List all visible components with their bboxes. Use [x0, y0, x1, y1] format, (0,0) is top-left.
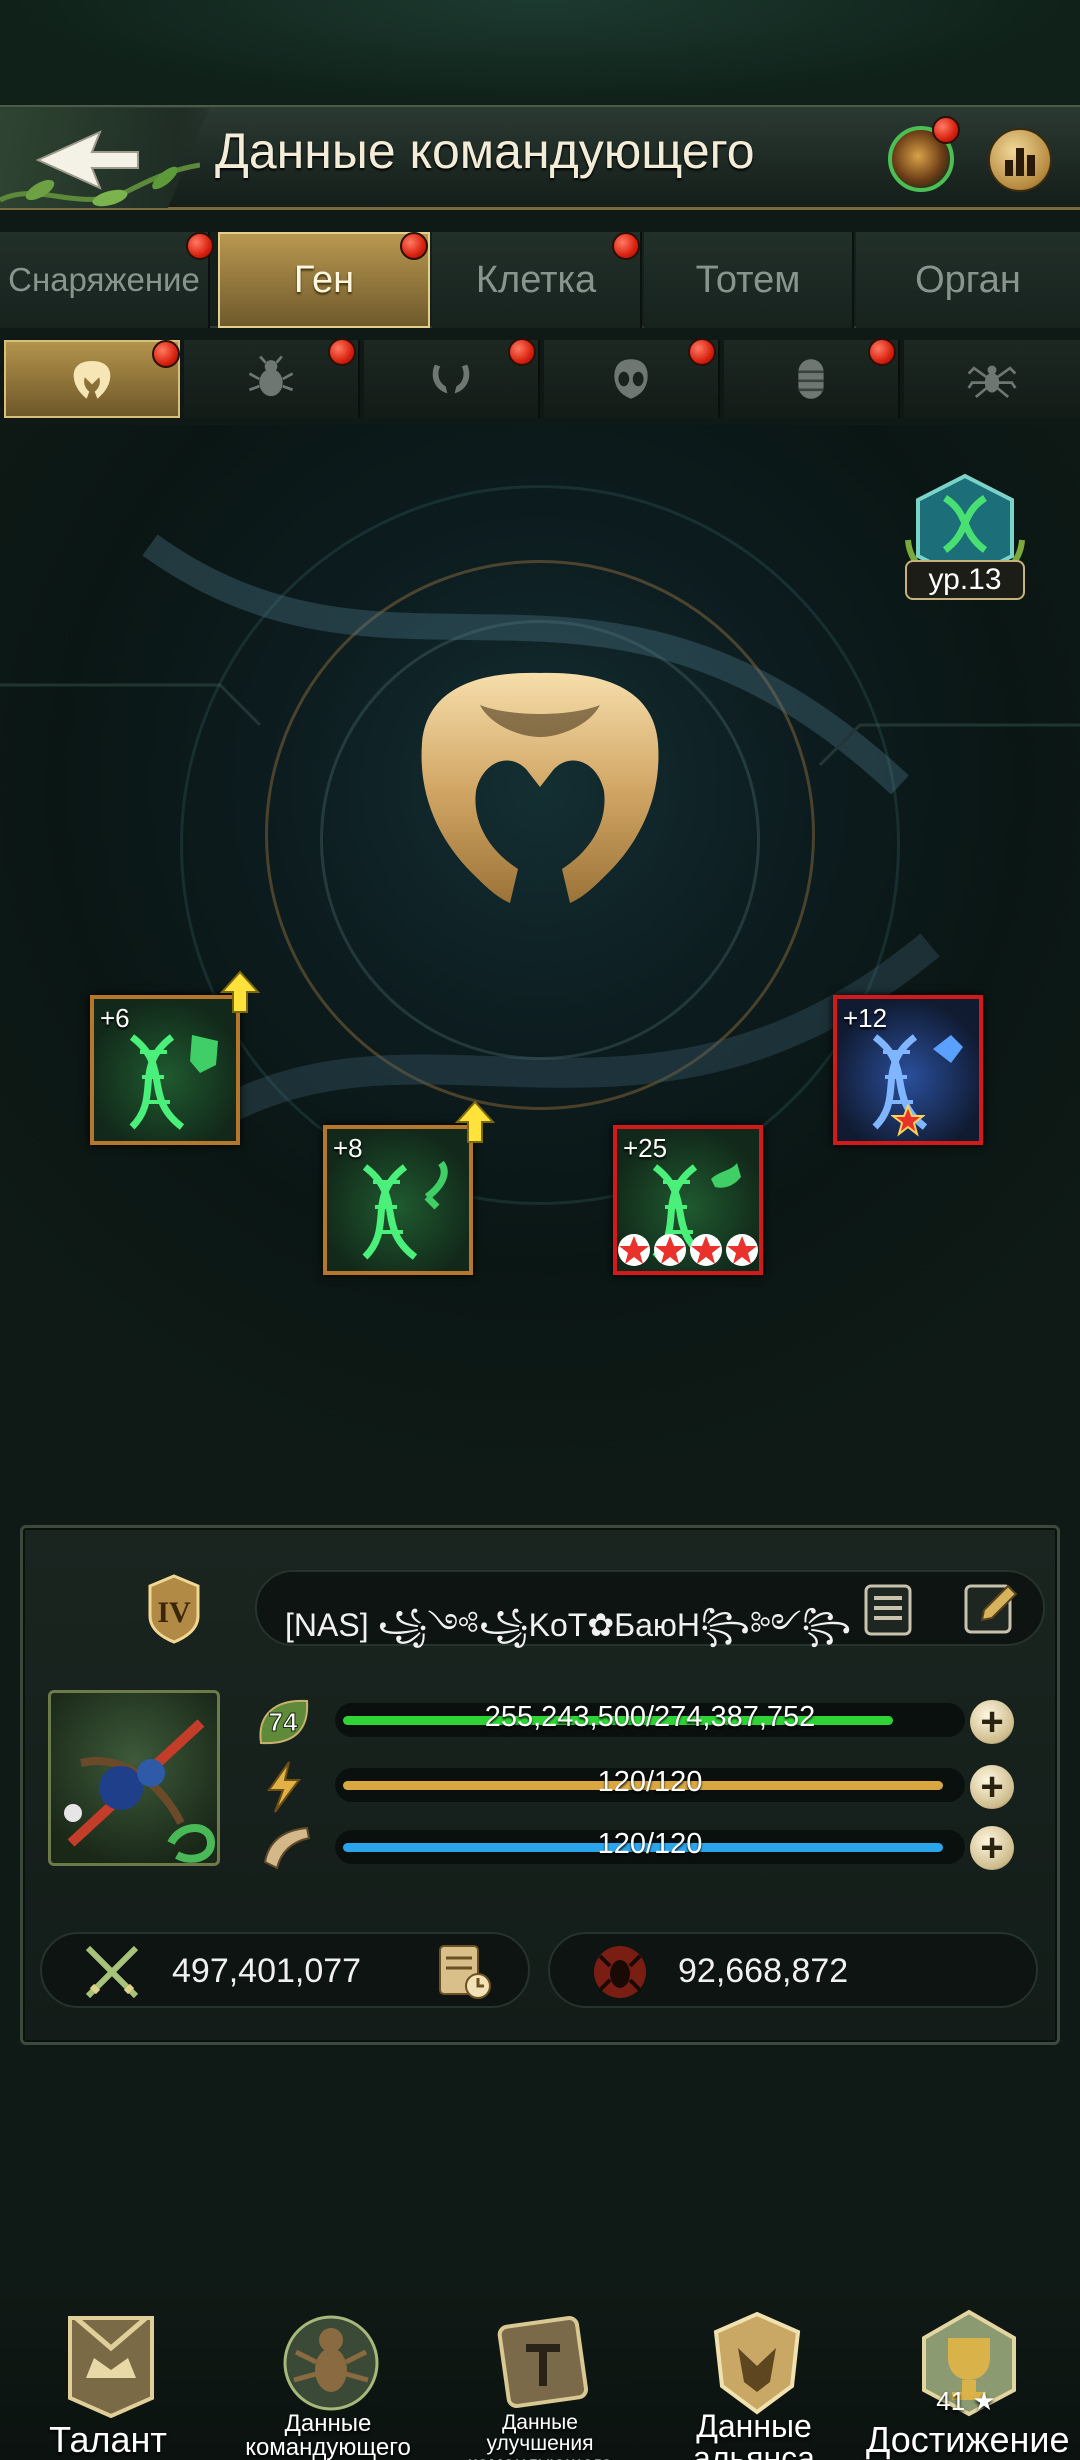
player-level: 74 — [269, 1707, 298, 1737]
nav-label: Талант — [49, 2419, 167, 2460]
lightning-icon — [267, 1761, 301, 1813]
nav-achievement[interactable]: 41 ★ Достижение — [866, 2300, 1070, 2460]
kills-value: 92,668,872 — [678, 1952, 849, 1990]
subtab-skull[interactable] — [544, 338, 720, 418]
bar-chart-icon — [1005, 148, 1035, 176]
commander-icon-button[interactable] — [888, 116, 960, 192]
gene-card[interactable]: +25 — [613, 1125, 763, 1275]
upgrade-arrow-icon — [455, 1100, 495, 1143]
nav-label: Достижение — [866, 2419, 1070, 2460]
scroll-history-icon[interactable] — [432, 1940, 494, 2002]
notification-dot — [508, 338, 536, 366]
ant-head-emblem-icon — [421, 672, 659, 903]
subtab-ant-head[interactable] — [4, 340, 180, 418]
vine-decoration — [0, 162, 200, 207]
tab-equipment[interactable]: Снаряжение — [0, 232, 214, 328]
kills-ant-icon — [594, 1946, 646, 1998]
tab-totem[interactable]: Тотем — [644, 232, 854, 328]
notification-dot — [688, 338, 716, 366]
exp-value: 255,243,500/274,387,752 — [484, 1701, 816, 1733]
add-energy-button[interactable]: + — [970, 1765, 1014, 1809]
ant-head-icon — [73, 361, 111, 399]
notification-dot — [400, 232, 428, 260]
star-icon — [891, 1103, 925, 1137]
star-icon — [654, 1234, 686, 1266]
gene-level-label: ур.13 — [905, 560, 1025, 600]
tab-organ[interactable]: Орган — [856, 232, 1080, 328]
add-exp-button[interactable]: + — [970, 1700, 1014, 1744]
notification-dot — [328, 338, 356, 366]
commander-ant-icon — [283, 2315, 379, 2411]
nav-commander-data[interactable]: Данные командующего — [228, 2300, 428, 2460]
notification-dot — [186, 232, 214, 260]
edit-icon[interactable] — [962, 1580, 1020, 1638]
rank-badge-icon: IV — [148, 1574, 200, 1644]
notification-dot — [932, 116, 960, 144]
energy-value: 120/120 — [597, 1766, 703, 1798]
notification-dot — [868, 338, 896, 366]
spider-icon — [967, 365, 1017, 399]
achievement-count: 41 ★ — [936, 2386, 996, 2416]
nav-label: Данные альянса — [693, 2408, 815, 2460]
subtab-larva[interactable] — [724, 338, 900, 418]
top-background — [0, 0, 1080, 105]
list-icon[interactable] — [860, 1582, 916, 1638]
tab-label: Тотем — [695, 258, 801, 301]
gene-card[interactable]: +8 — [323, 1125, 473, 1275]
upgrade-arrow-icon — [220, 970, 260, 1013]
notification-dot — [612, 232, 640, 260]
tab-gene[interactable]: Ген — [218, 232, 430, 328]
power-value: 497,401,077 — [172, 1952, 362, 1990]
horn-row: 120/120 — [255, 1822, 975, 1872]
horn-icon — [263, 1826, 311, 1870]
energy-row: 120/120 — [255, 1760, 975, 1813]
star-icon — [690, 1234, 722, 1266]
nav-label: Данные командующего — [245, 2410, 411, 2460]
star-rating — [617, 1233, 759, 1267]
star-icon — [726, 1234, 758, 1266]
player-name: [NAS] ꧁༺꧁KoT✿БаюН꧂༻꧂ — [285, 1607, 852, 1643]
beetle-icon — [248, 355, 294, 397]
add-horn-button[interactable]: + — [970, 1826, 1014, 1870]
skull-icon — [614, 359, 648, 399]
dna-icon — [129, 1034, 218, 1130]
nav-label: Данные улучшения командующего — [468, 2411, 613, 2460]
exp-row: 74 255,243,500/274,387,752 — [255, 1695, 975, 1745]
alliance-shield-icon — [713, 2311, 801, 2415]
tab-cell[interactable]: Клетка — [432, 232, 642, 328]
tab-label: Клетка — [475, 258, 597, 301]
nav-commander-upgrade-data[interactable]: Данные улучшения командующего — [440, 2300, 640, 2460]
commander-avatar[interactable] — [48, 1690, 220, 1866]
subtab-beetle[interactable] — [184, 338, 360, 418]
tab-label: Снаряжение — [8, 261, 200, 298]
larva-icon — [798, 359, 824, 399]
nav-talent[interactable]: Талант — [8, 2300, 208, 2460]
tab-label: Ген — [293, 258, 355, 301]
rank-text: IV — [157, 1596, 191, 1629]
crossed-swords-icon — [85, 1945, 139, 1999]
tab-label: Орган — [915, 258, 1021, 301]
subtab-mandibles[interactable] — [364, 338, 540, 418]
star-icon — [618, 1234, 650, 1266]
horn-value: 120/120 — [597, 1828, 703, 1860]
dna-icon — [362, 1160, 448, 1260]
mandibles-icon — [432, 364, 470, 394]
page-title: Данные командующего — [215, 123, 755, 179]
gene-card[interactable]: +6 — [90, 995, 240, 1145]
nav-alliance-data[interactable]: Данные альянса — [654, 2300, 854, 2460]
gene-subtabs — [0, 338, 1080, 418]
star-rating — [837, 1103, 979, 1137]
notification-dot — [152, 340, 180, 368]
ranking-button[interactable] — [988, 128, 1052, 192]
crossbow-ant-avatar-icon — [64, 1719, 216, 1863]
gene-card[interactable]: +12 — [833, 995, 983, 1145]
subtab-spider[interactable] — [904, 340, 1080, 418]
level-leaf-icon: 74 — [259, 1699, 309, 1745]
talent-crown-icon — [68, 2316, 154, 2418]
upgrade-scroll-icon — [497, 2316, 589, 2409]
category-tabs: Снаряжение Ген Клетка Тотем Орган — [0, 232, 1080, 328]
